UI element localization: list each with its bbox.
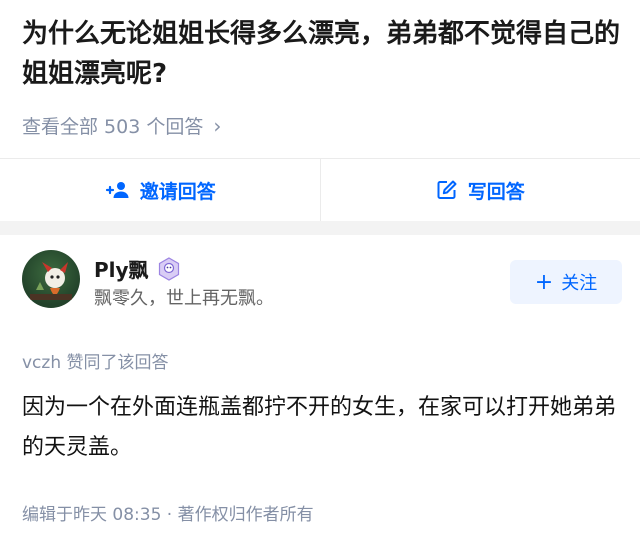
plus-icon: + [534, 269, 554, 295]
write-answer-label: 写回答 [467, 180, 525, 203]
author-bio: 飘零久，世上再无飘。 [94, 288, 274, 309]
follow-button[interactable]: + 关注 [510, 260, 622, 304]
invite-answer-button[interactable]: 邀请回答 [0, 159, 320, 221]
chevron-right-icon: › [213, 113, 222, 138]
section-gap [0, 221, 640, 235]
question-title[interactable]: 为什么无论姐姐长得多么漂亮，弟弟都不觉得自己的姐姐漂亮呢? [22, 14, 622, 94]
view-all-answers-link[interactable]: 查看全部 503 个回答 › [22, 112, 221, 139]
answer-body[interactable]: 因为一个在外面连瓶盖都拧不开的女生，在家可以打开她弟弟的天灵盖。 [22, 388, 622, 468]
author-name-link[interactable]: Ply飘 [94, 254, 181, 283]
voter-line: vczh 赞同了该回答 [22, 353, 169, 373]
certified-badge-icon [157, 256, 181, 281]
edit-pencil-icon [436, 179, 458, 201]
invite-answer-label: 邀请回答 [139, 180, 216, 203]
view-all-label: 查看全部 503 个回答 [22, 116, 204, 138]
answer-meta: 编辑于昨天 08:35 · 著作权归作者所有 [22, 505, 314, 525]
answer-author: Ply飘 飘零久，世上再无飘。 + 关注 [22, 250, 622, 320]
follow-label: 关注 [561, 273, 598, 294]
question-actions: 邀请回答 写回答 [0, 159, 640, 221]
avatar[interactable] [22, 250, 80, 308]
author-name: Ply飘 [94, 258, 149, 282]
invite-user-icon [104, 180, 130, 200]
write-answer-button[interactable]: 写回答 [321, 159, 640, 221]
